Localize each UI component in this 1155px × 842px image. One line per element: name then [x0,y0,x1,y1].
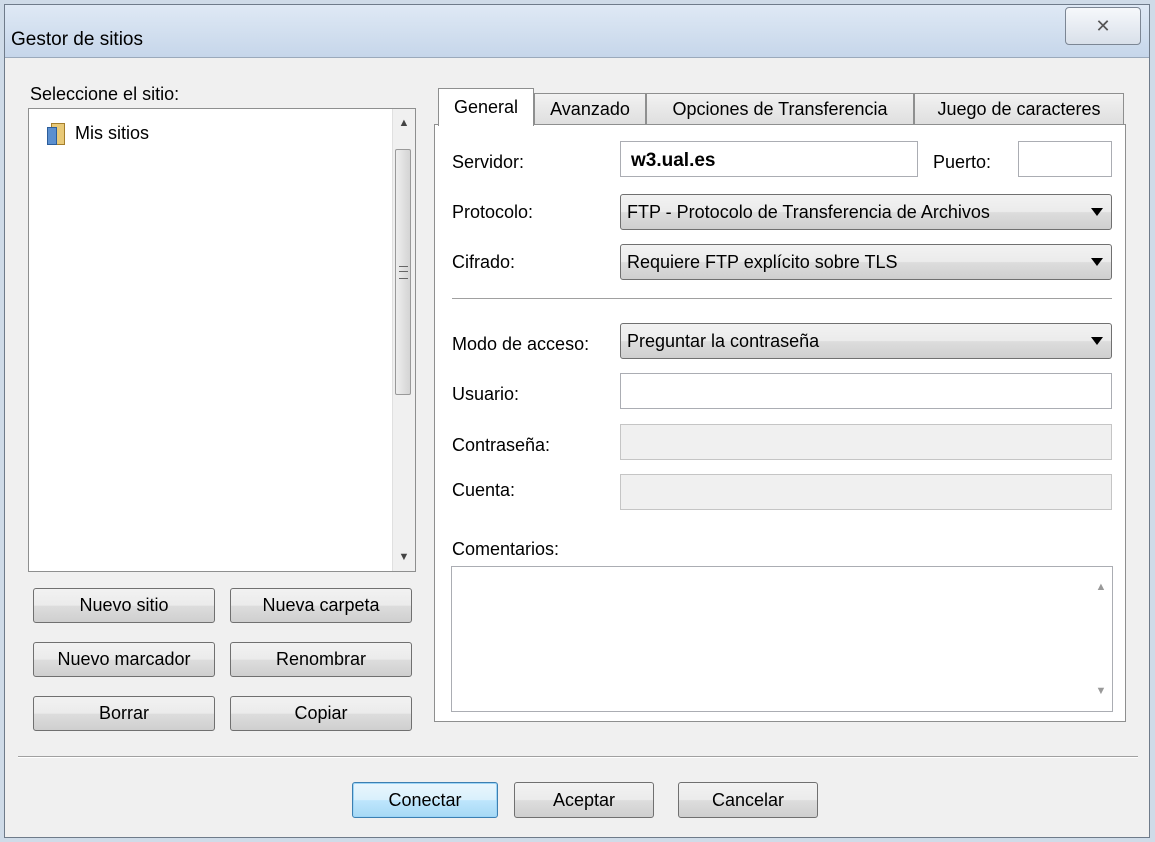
scroll-up-icon[interactable]: ▲ [1090,581,1112,593]
comments-textarea[interactable]: ▲ ▼ [451,566,1113,712]
encryption-value: Requiere FTP explícito sobre TLS [627,252,898,272]
protocol-value: FTP - Protocolo de Transferencia de Arch… [627,202,990,222]
scroll-up-icon[interactable]: ▲ [393,117,415,129]
access-mode-select[interactable]: Preguntar la contraseña [620,323,1112,359]
title-bar: Gestor de sitios ✕ [5,5,1149,58]
window-title: Gestor de sitios [11,29,143,50]
user-input[interactable] [620,373,1112,409]
rename-button[interactable]: Renombrar [230,642,412,677]
access-mode-value: Preguntar la contraseña [627,331,820,351]
scroll-down-icon[interactable]: ▼ [393,551,415,563]
tree-scrollbar[interactable]: ▲ ▼ [392,109,415,571]
account-input[interactable] [620,474,1112,510]
tab-advanced[interactable]: Avanzado [534,93,646,125]
encryption-label: Cifrado: [452,252,516,272]
user-label: Usuario: [452,384,520,404]
port-label: Puerto: [933,152,992,172]
chevron-down-icon [1091,208,1103,216]
protocol-select[interactable]: FTP - Protocolo de Transferencia de Arch… [620,194,1112,230]
copy-button[interactable]: Copiar [230,696,412,731]
access-mode-label: Modo de acceso: [452,334,590,354]
scroll-down-icon[interactable]: ▼ [1090,685,1112,697]
divider [452,298,1112,300]
select-site-label: Seleccione el sitio: [30,84,180,104]
server-input[interactable]: w3.ual.es [620,141,918,177]
delete-button[interactable]: Borrar [33,696,215,731]
close-icon: ✕ [1095,15,1111,36]
server-value: w3.ual.es [631,150,716,171]
accept-button[interactable]: Aceptar [514,782,654,818]
account-label: Cuenta: [452,480,516,500]
close-button[interactable]: ✕ [1065,7,1141,45]
folder-icon [47,121,67,145]
tab-transfer-options[interactable]: Opciones de Transferencia [646,93,914,125]
password-input[interactable] [620,424,1112,460]
comments-label: Comentarios: [452,539,560,559]
scroll-thumb[interactable] [395,149,411,395]
chevron-down-icon [1091,258,1103,266]
site-tree[interactable]: Mis sitios ▲ ▼ [28,108,416,572]
new-folder-button[interactable]: Nueva carpeta [230,588,412,623]
cancel-button[interactable]: Cancelar [678,782,818,818]
tree-item-label: Mis sitios [75,122,150,143]
protocol-label: Protocolo: [452,202,534,222]
new-bookmark-button[interactable]: Nuevo marcador [33,642,215,677]
chevron-down-icon [1091,337,1103,345]
tab-charset[interactable]: Juego de caracteres [914,93,1124,125]
encryption-select[interactable]: Requiere FTP explícito sobre TLS [620,244,1112,280]
server-label: Servidor: [452,152,525,172]
tab-general[interactable]: General [438,88,534,126]
grip-icon [399,266,408,279]
comments-scrollbar[interactable]: ▲ ▼ [1090,567,1112,711]
port-input[interactable] [1018,141,1112,177]
footer-divider [18,756,1138,758]
password-label: Contraseña: [452,435,551,455]
connect-button[interactable]: Conectar [352,782,498,818]
tree-item-my-sites[interactable]: Mis sitios [47,121,149,145]
new-site-button[interactable]: Nuevo sitio [33,588,215,623]
